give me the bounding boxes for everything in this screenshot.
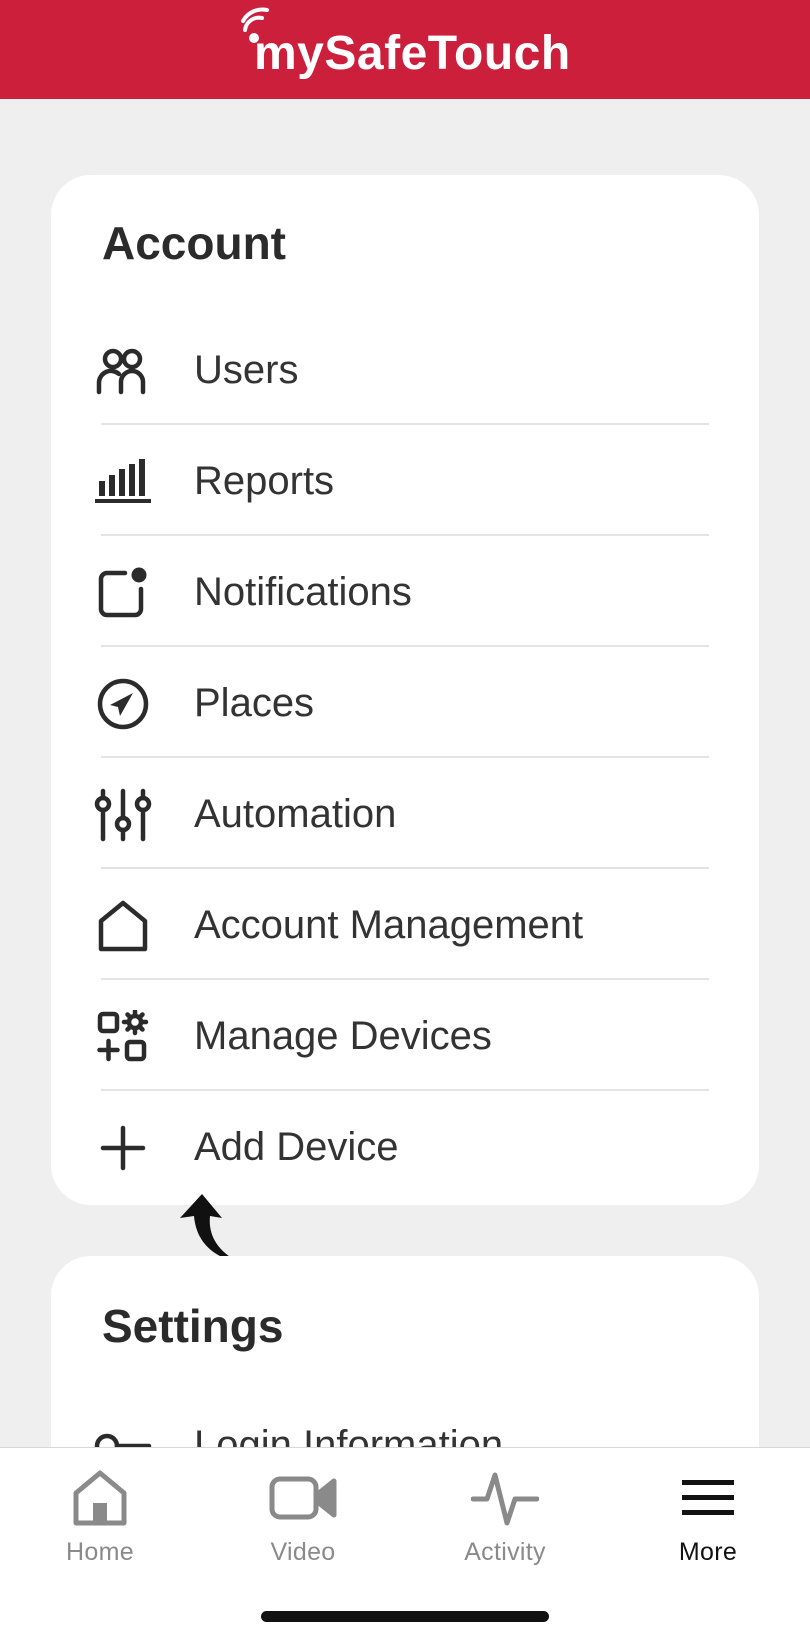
activity-pulse-icon: [470, 1466, 540, 1530]
divider: [101, 1089, 709, 1091]
video-camera-icon: [268, 1466, 338, 1530]
notifications-icon: [91, 537, 155, 648]
divider: [101, 423, 709, 425]
home-icon: [65, 1466, 135, 1530]
menu-item-reports[interactable]: Reports: [51, 426, 759, 537]
menu-item-account-management[interactable]: Account Management: [51, 870, 759, 981]
tab-label: Video: [270, 1538, 336, 1566]
menu-item-label: Account Management: [194, 903, 584, 947]
tab-label: More: [678, 1538, 738, 1566]
menu-item-notifications[interactable]: Notifications: [51, 537, 759, 648]
bottom-tab-bar: Home Video Activity More: [0, 1447, 810, 1643]
logo-text: mySafeTouch: [254, 27, 571, 80]
menu-item-label: Manage Devices: [194, 1014, 492, 1058]
settings-title: Settings: [102, 1300, 284, 1352]
divider: [101, 756, 709, 758]
tab-label: Activity: [464, 1538, 546, 1566]
home-indicator: [261, 1611, 549, 1622]
tab-more[interactable]: More: [638, 1448, 778, 1578]
divider: [101, 645, 709, 647]
account-card: Account Users Reports Notifications Plac…: [51, 175, 759, 1205]
app-header: mySafeTouch: [0, 0, 810, 99]
pointer-arrow-icon: [180, 1194, 242, 1264]
menu-item-automation[interactable]: Automation: [51, 759, 759, 870]
menu-item-label: Automation: [194, 792, 397, 836]
tab-label: Home: [66, 1538, 134, 1566]
menu-icon: [673, 1466, 743, 1530]
divider: [101, 978, 709, 980]
brand-logo: mySafeTouch: [0, 0, 810, 99]
menu-item-places[interactable]: Places: [51, 648, 759, 759]
home-outline-icon: [91, 870, 155, 981]
menu-item-label: Places: [194, 681, 315, 725]
automation-icon: [91, 759, 155, 870]
menu-item-manage-devices[interactable]: Manage Devices: [51, 981, 759, 1092]
tab-video[interactable]: Video: [233, 1448, 373, 1578]
menu-item-label: Users: [194, 348, 299, 392]
places-icon: [91, 648, 155, 759]
users-icon: [91, 315, 155, 426]
divider: [101, 534, 709, 536]
divider: [101, 867, 709, 869]
account-title: Account: [102, 217, 286, 269]
menu-item-add-device[interactable]: Add Device: [51, 1092, 759, 1203]
menu-item-label: Reports: [194, 459, 335, 503]
reports-icon: [91, 426, 155, 537]
manage-devices-icon: [91, 981, 155, 1092]
menu-item-users[interactable]: Users: [51, 315, 759, 426]
menu-item-label: Notifications: [194, 570, 412, 614]
menu-item-label: Add Device: [194, 1125, 399, 1169]
tab-home[interactable]: Home: [30, 1448, 170, 1578]
tab-activity[interactable]: Activity: [435, 1448, 575, 1578]
plus-icon: [91, 1092, 155, 1203]
